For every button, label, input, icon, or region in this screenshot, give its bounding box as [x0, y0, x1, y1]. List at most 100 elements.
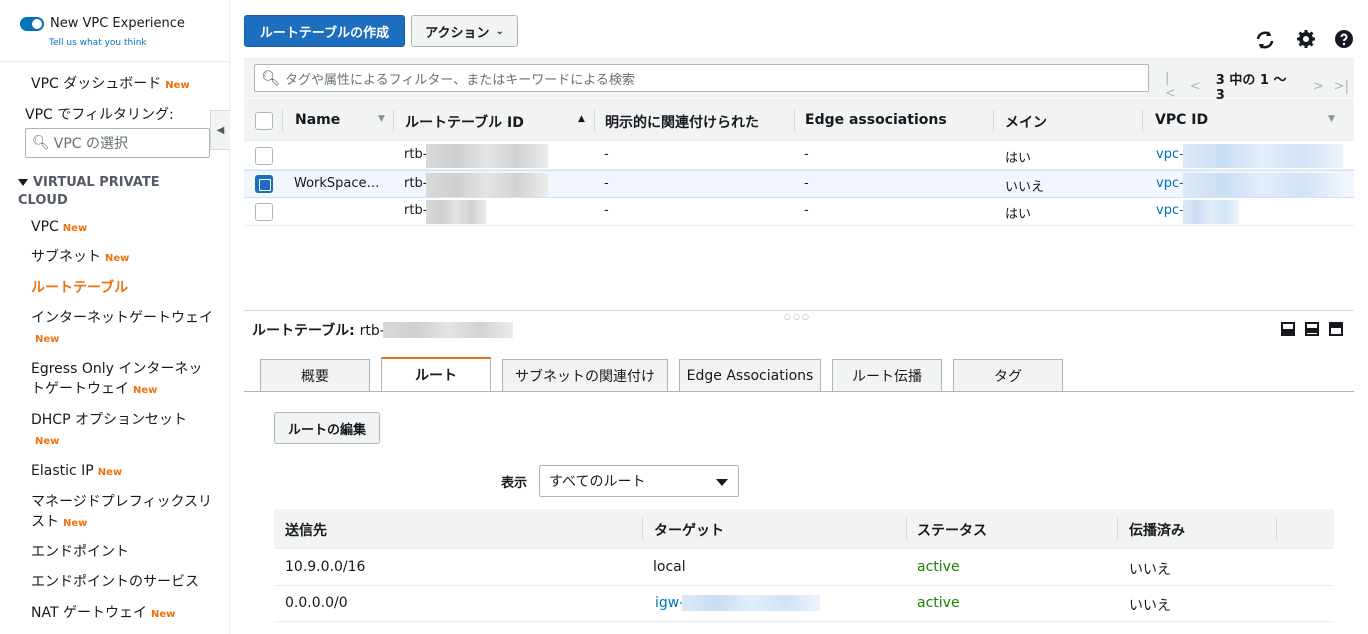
- column-header-route-table-id[interactable]: ルートテーブル ID: [405, 112, 524, 132]
- table-row[interactable]: WorkSpace… rtb- - - いいえ vpc-: [244, 170, 1354, 198]
- prev-page-icon[interactable]: <: [1190, 79, 1201, 94]
- column-header-target[interactable]: ターゲット: [654, 520, 724, 540]
- column-header-propagated[interactable]: 伝播済み: [1129, 520, 1185, 540]
- route-destination: 0.0.0.0/0: [285, 595, 348, 611]
- sidebar-item-label: インターネットゲートウェイ: [31, 310, 213, 326]
- tab-edge-associations[interactable]: Edge Associations: [679, 359, 821, 391]
- route-target-link[interactable]: igw-: [655, 595, 684, 611]
- row-vpc-link[interactable]: vpc-: [1156, 176, 1184, 191]
- sidebar-item-nat-gateways[interactable]: NAT ゲートウェイ New: [31, 603, 216, 625]
- layout-top-icon[interactable]: [1329, 322, 1343, 336]
- sidebar-item-subnets[interactable]: サブネット New: [31, 247, 216, 269]
- toggle-label: New VPC Experience: [50, 16, 185, 31]
- sidebar-item-elastic-ip[interactable]: Elastic IP New: [31, 461, 216, 483]
- sidebar-item-route-tables[interactable]: ルートテーブル: [31, 278, 216, 298]
- sidebar-item-internet-gateways[interactable]: インターネットゲートウェイ New: [31, 308, 216, 350]
- section-title: VIRTUAL PRIVATE CLOUD: [18, 175, 160, 208]
- column-header-name[interactable]: Name: [295, 112, 340, 128]
- caret-down-icon: [716, 479, 728, 486]
- sidebar-item-label: ルートテーブル: [31, 280, 129, 296]
- search-icon: 🔍︎: [261, 69, 281, 87]
- redacted-id: [426, 173, 548, 197]
- section-vpc-header[interactable]: VIRTUAL PRIVATE CLOUD: [18, 174, 198, 210]
- actions-dropdown[interactable]: アクション ⌄: [411, 15, 518, 47]
- new-badge: New: [150, 609, 176, 620]
- new-vpc-experience-toggle-row[interactable]: New VPC Experience: [20, 16, 185, 31]
- select-all-checkbox[interactable]: [255, 112, 273, 130]
- column-header-main[interactable]: メイン: [1005, 112, 1047, 132]
- sidebar-item-vpc[interactable]: VPC New: [31, 217, 216, 239]
- row-route-table-id: rtb-: [404, 203, 428, 218]
- row-checkbox[interactable]: [255, 203, 273, 221]
- redacted-vpc: [1183, 173, 1343, 197]
- search-input[interactable]: 🔍︎ タグや属性によるフィルター、またはキーワードによる検索: [254, 64, 1149, 92]
- resize-handle-icon[interactable]: ○○○: [784, 312, 811, 321]
- row-vpc-link[interactable]: vpc-: [1156, 203, 1184, 218]
- vpc-filter-select[interactable]: 🔍︎ VPC の選択: [25, 128, 210, 158]
- tab-route-propagation[interactable]: ルート伝播: [832, 359, 942, 391]
- pagination-text: 3 中の 1 〜 3: [1215, 73, 1287, 103]
- table-row[interactable]: rtb- - - はい vpc-: [244, 142, 1354, 170]
- search-icon: 🔍︎: [32, 135, 50, 151]
- tab-subnet-associations[interactable]: サブネットの関連付け: [502, 359, 668, 391]
- edit-routes-button[interactable]: ルートの編集: [274, 412, 380, 444]
- column-separator: [794, 110, 795, 132]
- create-route-table-button[interactable]: ルートテーブルの作成: [244, 15, 405, 47]
- column-header-destination[interactable]: 送信先: [285, 520, 327, 540]
- last-page-icon[interactable]: >|: [1334, 79, 1349, 94]
- tab-routes[interactable]: ルート: [381, 357, 491, 391]
- column-header-vpc-id[interactable]: VPC ID: [1155, 112, 1208, 128]
- sort-caret-icon[interactable]: ▼: [1328, 114, 1335, 124]
- vpc-filter-placeholder: VPC の選択: [53, 136, 129, 152]
- column-separator: [1117, 518, 1118, 540]
- routes-table-header: 送信先 ターゲット ステータス 伝播済み: [274, 509, 1334, 549]
- row-edge: -: [804, 203, 809, 218]
- vpc-filter-label: VPC でフィルタリング:: [25, 107, 174, 123]
- redacted-id: [426, 144, 548, 168]
- table-row[interactable]: rtb- - - はい vpc-: [244, 198, 1354, 226]
- route-target: local: [653, 559, 686, 575]
- sort-caret-icon[interactable]: ▼: [378, 114, 385, 124]
- sidebar-item-dashboard[interactable]: VPC ダッシュボード New: [31, 74, 216, 96]
- row-checkbox[interactable]: [255, 175, 273, 193]
- new-vpc-experience-toggle[interactable]: [20, 16, 44, 31]
- gear-icon[interactable]: [1297, 30, 1315, 53]
- row-checkbox[interactable]: [255, 147, 273, 165]
- sidebar-item-label: DHCP オプションセット: [31, 412, 187, 428]
- sidebar-item-managed-prefix-lists[interactable]: マネージドプレフィックスリスト New: [31, 492, 216, 534]
- route-destination: 10.9.0.0/16: [285, 559, 366, 575]
- redacted-vpc: [1183, 200, 1239, 224]
- column-header-status[interactable]: ステータス: [917, 520, 987, 540]
- collapse-sidebar-button[interactable]: ◀: [210, 110, 230, 150]
- route-filter-select[interactable]: すべてのルート: [539, 465, 739, 497]
- column-header-explicit-association[interactable]: 明示的に関連付けられた: [605, 112, 759, 132]
- new-badge: New: [35, 334, 60, 345]
- redacted-vpc: [1183, 144, 1343, 168]
- feedback-link[interactable]: Tell us what you think: [49, 38, 147, 48]
- layout-bottom-icon[interactable]: [1281, 322, 1295, 336]
- column-header-edge-associations[interactable]: Edge associations: [805, 112, 947, 128]
- column-separator: [594, 110, 595, 132]
- sidebar-item-endpoint-services[interactable]: エンドポイントのサービス: [31, 572, 216, 592]
- sidebar-item-endpoints[interactable]: エンドポイント: [31, 542, 216, 562]
- sidebar-item-label: NAT ゲートウェイ: [31, 605, 147, 621]
- help-icon[interactable]: [1335, 30, 1353, 53]
- detail-title-id: rtb-: [359, 323, 385, 339]
- sidebar-item-egress-only-igw[interactable]: Egress Only インターネットゲートウェイ New: [31, 359, 216, 401]
- next-page-icon[interactable]: >: [1313, 79, 1324, 94]
- layout-split-icon[interactable]: [1305, 322, 1319, 336]
- first-page-icon[interactable]: |<: [1165, 71, 1180, 101]
- row-explicit: -: [604, 147, 609, 162]
- sidebar-item-dhcp-options[interactable]: DHCP オプションセット New: [31, 410, 216, 452]
- row-vpc-link[interactable]: vpc-: [1156, 147, 1184, 162]
- row-name: WorkSpace…: [294, 176, 380, 191]
- panel-divider[interactable]: [244, 310, 1354, 311]
- sort-ascending-icon[interactable]: ▲: [578, 114, 585, 124]
- tab-overview[interactable]: 概要: [260, 359, 370, 391]
- filter-bar: 🔍︎ タグや属性によるフィルター、またはキーワードによる検索 |< < 3 中の…: [244, 58, 1354, 103]
- route-filter-value: すべてのルート: [549, 474, 646, 490]
- new-badge: New: [105, 253, 130, 264]
- tab-tags[interactable]: タグ: [953, 359, 1063, 391]
- refresh-icon[interactable]: [1254, 30, 1276, 55]
- redacted-id: [383, 322, 513, 338]
